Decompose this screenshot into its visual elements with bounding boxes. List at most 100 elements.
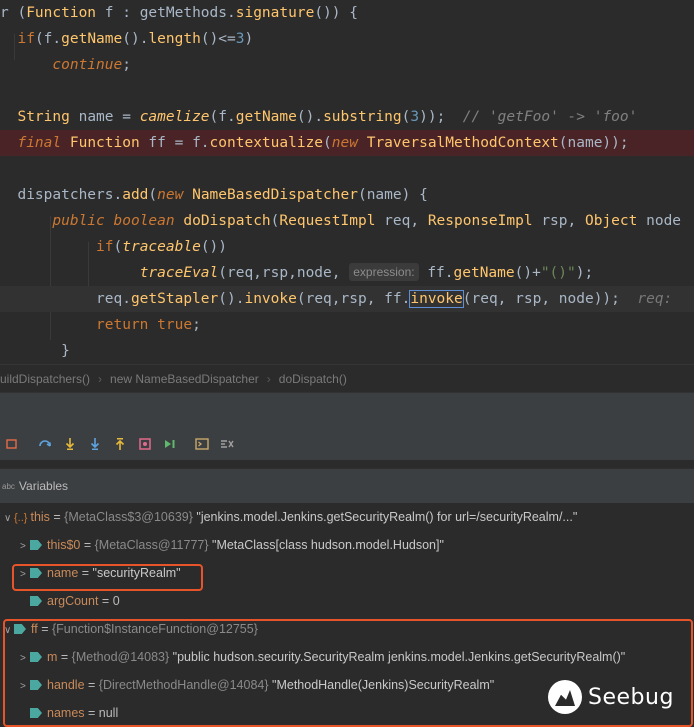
code-token: ( — [148, 187, 158, 203]
code-line[interactable]: req.getStapler().invoke(req,rsp, ff.invo… — [0, 286, 694, 312]
step-over-icon[interactable] — [33, 432, 57, 456]
caret-selection: invoke — [409, 290, 464, 308]
code-token: ff. — [418, 265, 454, 281]
drop-frame-icon[interactable] — [133, 432, 157, 456]
code-line[interactable]: r (Function f : getMethods.signature()) … — [0, 0, 694, 26]
step-out-icon[interactable] — [108, 432, 132, 456]
code-token: String — [17, 109, 70, 125]
code-token: (). — [122, 31, 149, 47]
code-token: contextualize — [209, 135, 324, 151]
code-token: 3 — [410, 109, 420, 125]
code-token: ()+ — [514, 265, 541, 281]
step-into-icon[interactable] — [58, 432, 82, 456]
code-token: NameBasedDispatcher — [192, 187, 358, 203]
variable-ref: {MetaClass$3@10639} — [64, 510, 193, 524]
breadcrumb-item[interactable]: doDispatch() — [279, 372, 347, 386]
code-line[interactable]: String name = camelize(f.getName().subst… — [0, 104, 694, 130]
variable-eq: = — [98, 594, 113, 608]
breadcrumb-item[interactable]: uildDispatchers() — [0, 372, 90, 386]
code-token: ) — [244, 31, 254, 47]
variable-name: argCount — [47, 594, 99, 608]
code-token: node — [637, 213, 682, 229]
code-line[interactable]: continue; — [0, 52, 694, 78]
variable-row-this0[interactable]: > this$0 = {MetaClass@11777} "MetaClass[c… — [0, 531, 694, 559]
code-token: getStapler — [130, 291, 219, 307]
code-token: Object — [584, 213, 638, 229]
force-step-into-icon[interactable] — [83, 432, 107, 456]
code-token: ; — [192, 317, 201, 333]
variable-row-this[interactable]: ∨ {..} this = {MetaClass$3@10639} "jenkins… — [0, 503, 694, 531]
code-token: RequestImpl — [279, 213, 376, 229]
code-line[interactable]: } — [0, 338, 694, 364]
code-token: (). — [218, 291, 245, 307]
variable-val: "jenkins.model.Jenkins.getSecurityRealm(… — [192, 510, 578, 524]
code-token: // 'getFoo' -> 'foo' — [462, 109, 638, 125]
breadcrumb-item[interactable]: new NameBasedDispatcher — [110, 372, 259, 386]
code-line[interactable]: return true; — [0, 312, 694, 338]
variables-panel-header: abc Variables — [0, 468, 694, 504]
code-token: "()" — [540, 265, 576, 281]
debugger-tab-strip — [0, 392, 694, 429]
variable-row-argcount[interactable]: argCount = 0 — [0, 587, 694, 615]
code-token: } — [0, 343, 70, 359]
evaluate-icon[interactable] — [190, 432, 214, 456]
frames-icon[interactable] — [1, 432, 25, 456]
trace-icon[interactable] — [215, 432, 239, 456]
variable-ref: {MetaClass@11777} — [94, 538, 209, 552]
chevron-right-icon[interactable]: > — [20, 533, 30, 559]
code-token: TraversalMethodContext — [366, 135, 559, 151]
variable-val: "MetaClass[class hudson.model.Hudson]" — [208, 538, 444, 552]
code-token: substring — [323, 109, 402, 125]
code-line[interactable]: if(f.getName().length()<=3) — [0, 26, 694, 52]
code-line[interactable]: final Function ff = f.contextualize(new … — [0, 130, 694, 156]
code-token: (req,rsp,node, — [218, 265, 350, 281]
code-line[interactable]: public boolean doDispatch(RequestImpl re… — [0, 208, 694, 234]
code-token: f : getMethods. — [96, 5, 236, 21]
code-token: boolean — [113, 213, 175, 229]
code-token: ()<= — [200, 31, 236, 47]
code-token: invoke — [244, 291, 297, 307]
breadcrumb-separator-icon: › — [98, 372, 103, 386]
breadcrumb-separator-icon: › — [266, 372, 271, 386]
code-line[interactable]: traceEval(req,rsp,node, expression: ff.g… — [0, 260, 694, 286]
code-token: ff = f. — [139, 135, 210, 151]
chevron-down-icon[interactable]: ∨ — [4, 505, 14, 531]
code-token: ResponseImpl — [427, 213, 533, 229]
code-token: camelize — [139, 109, 210, 125]
highlight-name-row — [12, 564, 203, 591]
variable-name: this — [30, 510, 50, 524]
code-token: return — [96, 317, 149, 333]
variable-val: 0 — [112, 594, 120, 608]
code-token: (name) { — [357, 187, 428, 203]
run-to-cursor-icon[interactable] — [158, 432, 182, 456]
code-token: ( — [323, 135, 332, 151]
code-token: public — [52, 213, 105, 229]
field-tag-icon — [30, 540, 42, 550]
code-line[interactable]: if(traceable()) — [0, 234, 694, 260]
code-token: getName — [61, 31, 123, 47]
code-token: ()) — [200, 239, 228, 255]
code-token: ()) { — [314, 5, 358, 21]
watermark-text: Seebug — [588, 684, 674, 710]
code-line[interactable]: dispatchers.add(new NameBasedDispatcher(… — [0, 182, 694, 208]
code-token: getName — [235, 109, 297, 125]
parameter-hint: expression: — [349, 263, 419, 281]
code-token: )); — [419, 109, 463, 125]
code-editor[interactable]: r (Function f : getMethods.signature()) … — [0, 0, 694, 364]
code-line[interactable] — [0, 78, 694, 104]
code-token: doDispatch — [183, 213, 271, 229]
code-line[interactable] — [0, 156, 694, 182]
variables-title: Variables — [18, 479, 69, 493]
variable-name: this$0 — [47, 538, 81, 552]
code-token: if — [17, 31, 35, 47]
